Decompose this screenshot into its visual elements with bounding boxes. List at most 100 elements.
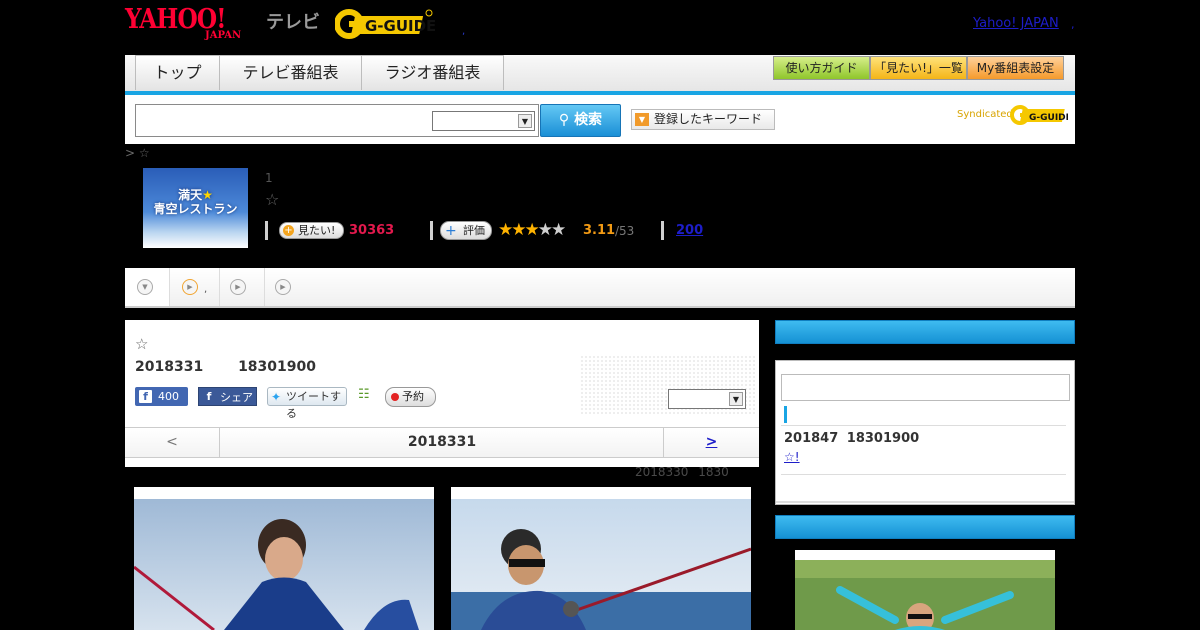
play-icon: ▶ — [182, 279, 198, 295]
breadcrumb[interactable]: > ☆ — [125, 146, 150, 160]
header-comma: , — [1071, 18, 1075, 31]
subtab-3[interactable]: ▶ — [220, 268, 265, 306]
episode-photo-1[interactable] — [134, 487, 434, 630]
divider — [781, 474, 1066, 475]
service-name[interactable]: テレビ — [266, 8, 320, 34]
fishing-photo-image — [451, 499, 751, 630]
add-calendar-icon[interactable]: ☷ — [358, 387, 374, 405]
nav-tabs: トップ テレビ番組表 ラジオ番組表 — [135, 55, 504, 90]
gguide-logo[interactable]: G-GUIDE — [335, 7, 435, 41]
next-broadcast-box: 201847 18301900 ☆! — [775, 360, 1075, 505]
tab-top[interactable]: トップ — [135, 55, 220, 90]
tab-radio-schedule[interactable]: ラジオ番組表 — [361, 55, 504, 90]
star-icon: ★ — [524, 220, 540, 240]
sidebar-header-2 — [775, 515, 1075, 539]
yahoo-japan-link[interactable]: Yahoo! JAPAN — [973, 16, 1059, 31]
updated-timestamp: 2018330 1830 — [635, 465, 729, 479]
program-title: ☆ — [265, 190, 280, 209]
global-nav: トップ テレビ番組表 ラジオ番組表 使い方ガイド 「見たい!」一覧 My番組表設… — [125, 55, 1075, 95]
subtab-2-label: , — [204, 284, 208, 295]
sidebar-header-1 — [775, 320, 1075, 344]
divider — [430, 221, 433, 240]
episode-date-time: 2018331 18301900 — [135, 359, 316, 375]
divider — [265, 221, 268, 240]
plus-icon: + — [445, 223, 457, 239]
thumb-star-icon: ★ — [202, 188, 213, 202]
facebook-share-label: シェア — [220, 391, 253, 404]
program-thumbnail[interactable]: 満天★ 青空レストラン — [143, 168, 248, 248]
nav-right-buttons: 使い方ガイド 「見たい!」一覧 My番組表設定 — [773, 56, 1064, 80]
tab-tv-schedule[interactable]: テレビ番組表 — [219, 55, 362, 90]
prev-date-button[interactable]: < — [125, 428, 220, 457]
syndicated-gguide-text: G-GUIDE — [1029, 113, 1068, 123]
play-icon: ▶ — [230, 279, 246, 295]
twitter-bird-icon: ✦ — [271, 390, 282, 404]
program-thumbnail-title: 満天★ 青空レストラン — [143, 188, 248, 216]
tweet-label: ツイートする — [286, 390, 341, 420]
next-broadcast-date: 201847 18301900 — [784, 431, 920, 446]
tweet-button[interactable]: ✦ ツイートする — [267, 387, 347, 420]
my-schedule-settings-button[interactable]: My番組表設定 — [967, 56, 1064, 80]
play-icon: ▶ — [275, 279, 291, 295]
syndicated-label: Syndicated — [957, 109, 1013, 120]
record-icon — [391, 393, 399, 401]
plus-icon: + — [283, 225, 294, 236]
chevron-down-icon: ▼ — [729, 392, 743, 406]
fishing-photo-image — [134, 499, 434, 630]
star-icon: ★ — [498, 220, 513, 240]
subtab-2[interactable]: ▶ , — [170, 268, 220, 306]
divider — [661, 221, 664, 240]
subtab-4[interactable]: ▶ — [265, 268, 305, 306]
next-broadcast-link[interactable]: ☆! — [784, 450, 800, 464]
chevron-down-icon: ▼ — [518, 114, 532, 128]
next-date-link[interactable]: > — [663, 428, 759, 457]
review-button[interactable]: + 評価 — [440, 221, 492, 240]
search-button-label: 検索 — [574, 112, 603, 128]
episode-photo-2[interactable] — [451, 487, 751, 630]
reviews-link[interactable]: 200 — [676, 223, 703, 238]
saved-keyword-label: 登録したキーワード — [654, 112, 763, 126]
facebook-like-count: 400 — [158, 390, 179, 403]
facebook-icon: f — [206, 390, 212, 403]
program-subtabs: ▼ ▶ , ▶ ▶ — [125, 268, 1075, 308]
chevron-down-icon: ▼ — [137, 279, 153, 295]
mitai-count: 30363 — [349, 223, 395, 238]
channel-select[interactable]: ▼ — [668, 389, 746, 409]
yahoo-logo-text: YAHOO! — [125, 4, 226, 35]
search-category-select[interactable]: ▼ — [432, 111, 535, 131]
episode-title: ☆ — [135, 335, 149, 353]
yahoo-japan-logo[interactable]: YAHOO! JAPAN — [125, 6, 263, 42]
sidebar-input[interactable] — [781, 374, 1070, 401]
dropdown-arrow-icon: ▼ — [635, 113, 649, 126]
search-bar: ▼ ⚲ 検索 ▼ 登録したキーワード Syndicated G-GUIDE — [125, 95, 1075, 144]
thumb-title-line2: 青空レストラン — [153, 202, 238, 216]
mitai-button[interactable]: + 見たい! — [279, 222, 344, 239]
program-number: 1 — [265, 171, 273, 185]
search-button[interactable]: ⚲ 検索 — [540, 104, 621, 137]
star-icon: ★ — [537, 220, 553, 240]
reserve-button[interactable]: 予約 — [385, 387, 436, 407]
usage-guide-button[interactable]: 使い方ガイド — [773, 56, 870, 80]
rating-stars: ★★★★★ — [498, 220, 566, 240]
rating-count: /53 — [615, 224, 635, 238]
rating-value: 3.11 — [583, 223, 616, 238]
gguide-logo-text: G-GUIDE — [365, 17, 435, 35]
star-icon: ★ — [551, 220, 566, 240]
review-button-label: 評価 — [463, 224, 485, 237]
header-separator: , — [462, 26, 466, 37]
syndicated-gguide-logo: G-GUIDE — [1010, 105, 1068, 125]
facebook-like-button[interactable]: f 400 — [135, 387, 188, 406]
facebook-share-button[interactable]: f シェア — [198, 387, 257, 406]
yahoo-logo-sub: JAPAN — [205, 30, 242, 41]
star-icon: ★ — [511, 220, 526, 240]
mitai-button-label: 見たい! — [298, 224, 336, 237]
subtab-1[interactable]: ▼ — [125, 268, 170, 306]
divider — [781, 425, 1066, 426]
episode-panel: ☆ 2018331 18301900 f 400 f シェア ✦ ツイートする ☷ … — [125, 320, 759, 467]
section-marker — [784, 406, 787, 423]
sidebar-photo[interactable] — [795, 550, 1055, 630]
divider — [776, 501, 1074, 503]
date-navigation: < 2018331 > — [125, 427, 759, 458]
saved-keyword-button[interactable]: ▼ 登録したキーワード — [631, 109, 775, 130]
mitai-list-button[interactable]: 「見たい!」一覧 — [870, 56, 967, 80]
